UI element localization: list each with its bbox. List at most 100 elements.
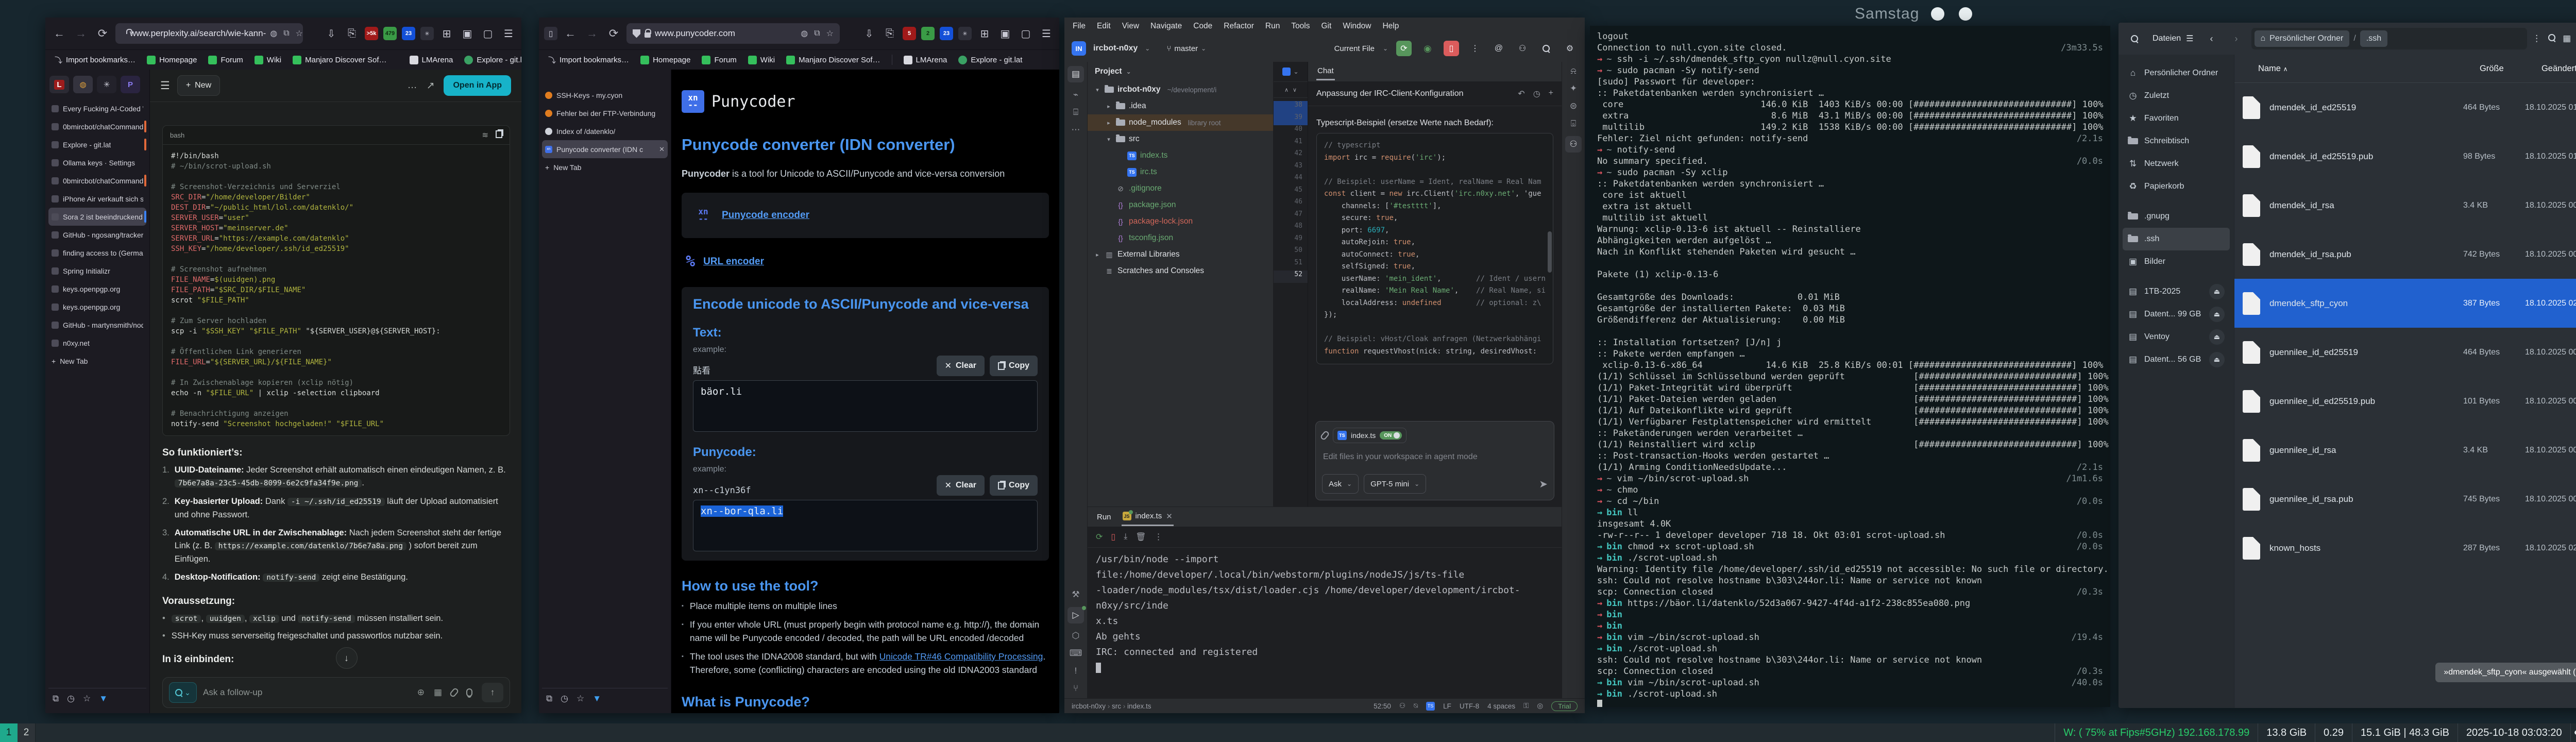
menu-item[interactable]: Refactor [1224,22,1254,31]
share-icon[interactable]: ↗ [427,80,435,92]
app-menu-button[interactable]: Dateien☰ [2149,33,2197,44]
tree-item[interactable]: ▾src [1088,131,1273,147]
trial-badge[interactable]: Trial [1551,701,1578,711]
menu-item[interactable]: Help [1382,22,1399,31]
run-output[interactable]: /usr/bin/node --import file:/home/develo… [1088,548,1562,699]
new-tab-button[interactable]: +New Tab [542,158,668,176]
vcs-status-icon[interactable]: ⚇ [1399,702,1405,710]
project-selector[interactable]: ircbot-n0xy [1093,44,1138,53]
scrollbar-thumb[interactable] [1548,231,1552,273]
file-row[interactable]: dmendek_id_rsa.pub742 Bytes18.10.2025 00… [2234,230,2576,279]
menu-item[interactable]: Git [1321,22,1332,31]
build-tool-icon[interactable]: ⚒ [1072,589,1079,600]
eject-icon[interactable]: ⏏ [2209,307,2225,322]
notifications-bell-icon[interactable]: ⍾ [1570,66,1576,76]
back-icon[interactable]: ← [50,25,68,42]
indent-setting[interactable]: 4 spaces [1487,702,1515,710]
places-item[interactable]: ▤Datent... 99 GB⏏ [2123,303,2230,326]
problems-tool-icon[interactable]: ! [1075,666,1077,676]
tree-item[interactable]: TSindex.ts [1088,147,1273,164]
sidebar-tab[interactable]: Fehler bei der FTP-Verbindung [542,104,668,122]
bookmark-item[interactable]: Explore - git.lat [464,56,521,64]
menu-item[interactable]: Navigate [1150,22,1182,31]
ts-service-icon[interactable]: TS [1426,702,1435,711]
menu-item[interactable]: View [1122,22,1139,31]
database-tool-icon[interactable]: ⊜ [1570,101,1577,111]
sidebar-tab[interactable]: keys.openpgp.org [48,280,146,298]
copy-text-button[interactable]: Copy [990,356,1038,376]
forward-icon[interactable]: › [2227,29,2246,48]
bookmark-item[interactable]: LMArena [410,56,453,64]
voice-icon[interactable] [466,688,472,697]
translate-icon[interactable]: ◍ [801,28,808,39]
tab-counter-icon[interactable]: 23 [402,27,415,40]
picture-in-picture-icon[interactable]: ⧉ [283,29,289,38]
pinned-tab[interactable]: ◍ [73,76,93,93]
sidebar-tab[interactable]: keys.openpgp.org [48,298,146,316]
bookmark-item[interactable]: Explore - git.lat [958,56,1022,64]
file-row[interactable]: dmendek_sftp_cyon387 Bytes18.10.2025 02:… [2234,279,2576,328]
structure-tool-icon[interactable]: ⌸ [1073,107,1078,117]
session-icon[interactable]: ⧉ [546,694,552,704]
search-everywhere-icon[interactable] [1538,41,1554,56]
stop-icon[interactable]: ▯ [1444,41,1459,56]
more-actions-icon[interactable]: ⋮ [1467,41,1483,56]
search-mode-button[interactable]: ⌄ [169,682,197,703]
back-icon[interactable]: ← [562,25,579,42]
tree-item[interactable]: {}tsconfig.json [1088,230,1273,246]
sidebar-tab[interactable]: GitHub - ngosang/trackerslist [48,226,146,244]
sidebar-tab[interactable]: Ollama keys · Settings [48,154,146,172]
tree-chevron-icon[interactable]: ▸ [1105,103,1112,110]
file-row[interactable]: guennilee_id_ed25519464 Bytes18.10.2025 … [2234,328,2576,377]
tray-status-icon[interactable]: ◐ [2574,727,2576,738]
places-item[interactable]: .ssh [2123,228,2230,250]
bookmark-star-icon[interactable]: ☆ [826,28,834,39]
chat-send-icon[interactable]: ➤ [1539,478,1548,491]
sidebar-extension-icon[interactable]: ⎘ [882,28,897,40]
places-item[interactable]: ▤Ventoy⏏ [2123,326,2230,348]
sidebar-tab[interactable]: xnPunycode converter (IDN c✕ [542,140,668,158]
more-icon[interactable]: ⋮ [1155,532,1163,542]
tracking-shield-icon[interactable] [633,29,640,38]
sidebar-tab[interactable]: SSH-Keys - my.cyon [542,86,668,104]
split-view-icon[interactable]: ▦ [2563,33,2571,44]
settings-gear-icon[interactable]: ⚙ [1562,41,1578,56]
downloads-doc-icon[interactable]: ▼ [99,694,108,704]
chat-undo-icon[interactable]: ↶ [1518,89,1524,99]
chat-history-icon[interactable]: ◷ [1533,89,1540,99]
back-icon[interactable]: ‹ [2202,29,2222,48]
more-icon[interactable]: ⋮ [2532,33,2541,44]
more-tools-icon[interactable]: ⋯ [1072,125,1080,135]
filter-icon[interactable] [2548,33,2555,44]
file-row[interactable]: dmendek_id_ed25519.pub98 Bytes18.10.2025… [2234,132,2576,181]
containers-icon[interactable]: ▣ [460,27,475,40]
tree-item[interactable]: {}package.json [1088,197,1273,213]
tree-item[interactable]: {}package-lock.json [1088,213,1273,230]
column-modified[interactable]: Geändert [2541,64,2576,74]
breadcrumb[interactable]: ⌂ Persönlicher Ordner / .ssh [2251,28,2528,49]
menu-item[interactable]: Run [1265,22,1280,31]
wrap-icon[interactable]: ≋ [482,130,488,140]
bookmark-item[interactable]: Forum [208,56,243,64]
punycode-encoder-link[interactable]: Punycode encoder [722,210,809,221]
sidebar-extension-icon[interactable]: ⎘ [344,28,360,40]
sources-globe-icon[interactable]: ⊕ [417,687,425,698]
context-file-chip[interactable]: TSindex.ts ON [1333,428,1406,443]
sidebar-tab[interactable]: 0bmircbot/chatCommands.js [48,117,146,136]
sidebar-tab[interactable]: iPhone Air verkauft sich schle [48,190,146,208]
scroll-to-end-icon[interactable]: ⤓ [1124,532,1127,542]
extension-green-icon[interactable]: 2 [921,27,935,40]
sidebar-tab[interactable]: Spring Initializr [48,262,146,280]
forward-icon[interactable]: → [583,25,601,42]
git-branch-selector[interactable]: ⑂ master ⌄ [1166,44,1206,53]
bookmark-item[interactable]: ⤵Import bookmarks… [548,55,629,65]
run-panel-tab[interactable]: Run [1097,513,1111,521]
file-row[interactable]: dmendek_id_rsa3.4 KB18.10.2025 00:48☆ [2234,181,2576,230]
file-row[interactable]: guennilee_id_ed25519.pub101 Bytes18.10.2… [2234,377,2576,426]
spider-extension-icon[interactable]: ✳ [958,27,972,40]
menu-item[interactable]: Window [1343,22,1371,31]
account-icon[interactable]: ▢ [1018,27,1033,40]
places-item[interactable]: ▤Datent... 56 GB⏏ [2123,348,2230,371]
terminal-tool-icon[interactable]: ⌨ [1070,648,1082,659]
pinned-tab[interactable]: ✳ [97,76,116,93]
